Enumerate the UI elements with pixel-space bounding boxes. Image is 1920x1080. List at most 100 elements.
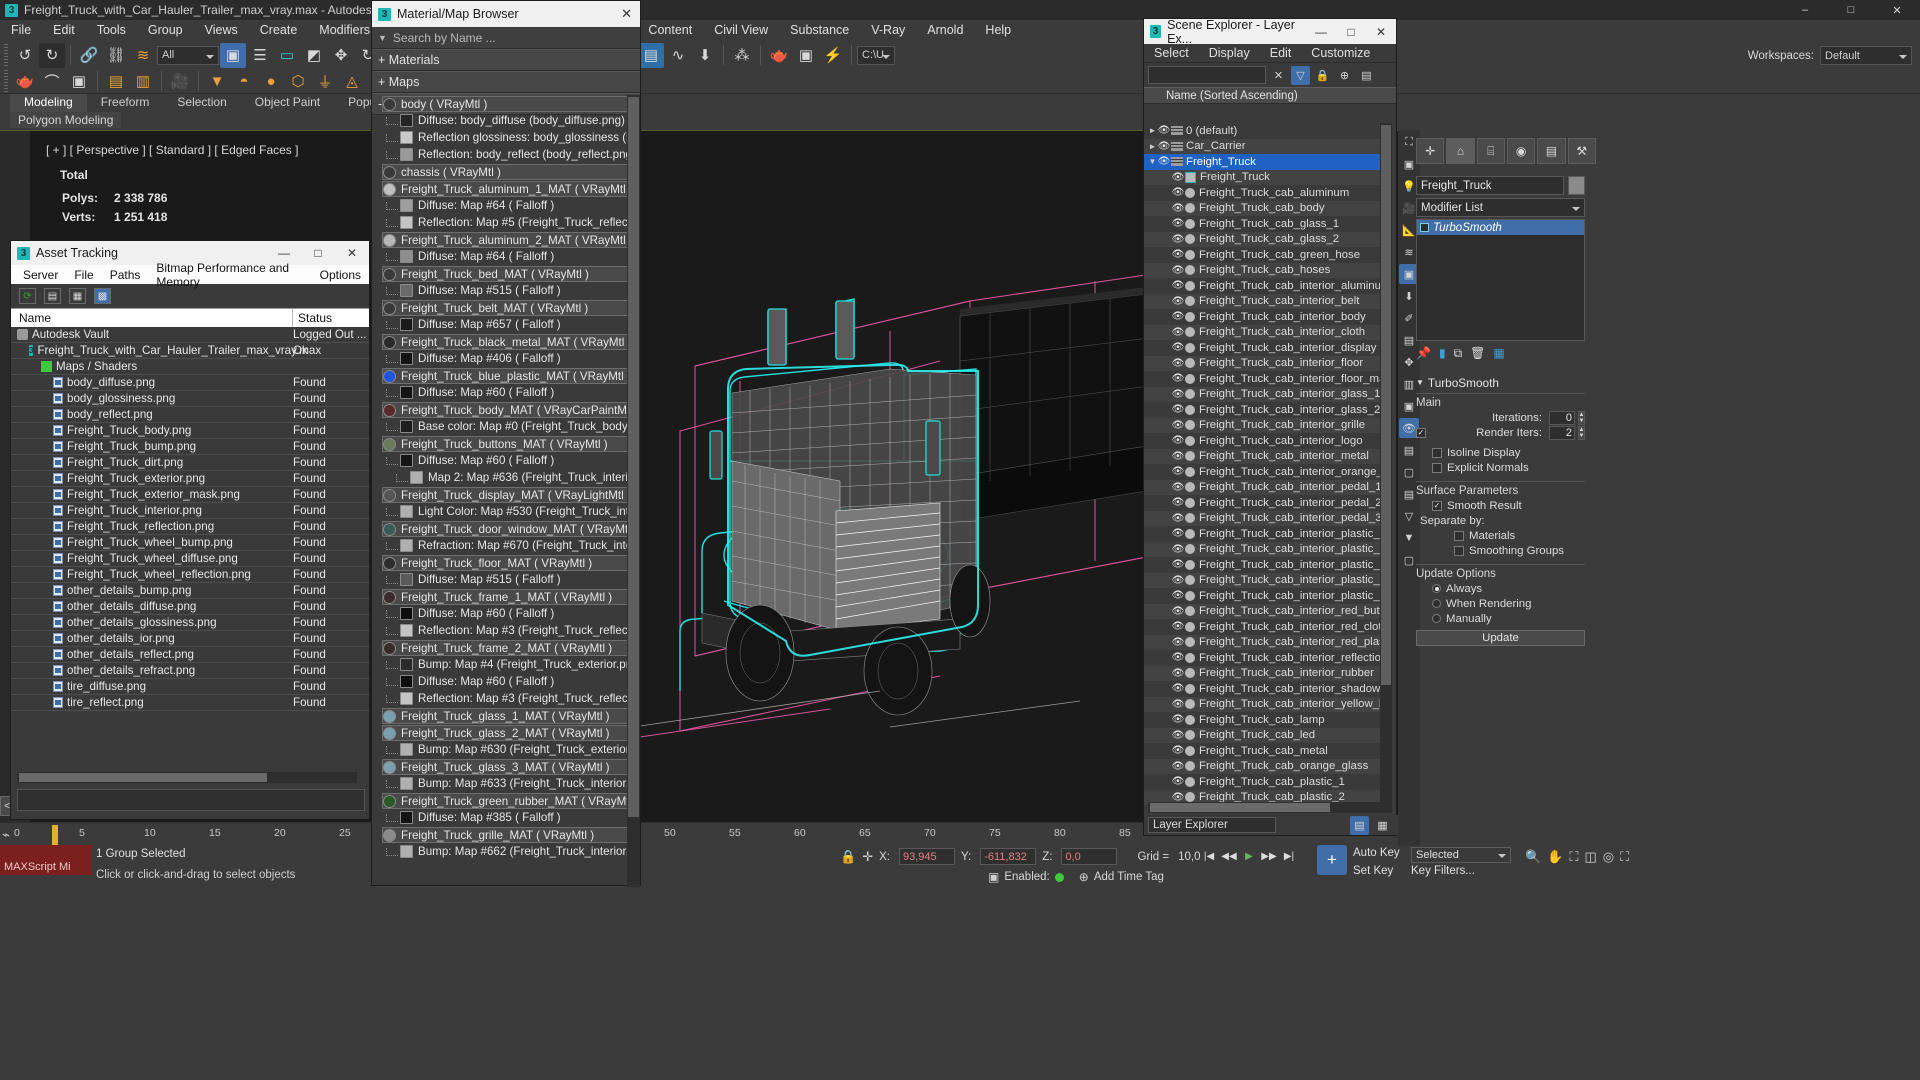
separate-smoothing-groups-row[interactable]: Smoothing Groups xyxy=(1416,543,1585,558)
asset-row[interactable]: other_details_diffuse.png Found xyxy=(11,599,369,615)
ribbon-tabs[interactable]: ModelingFreeformSelectionObject PaintPop… xyxy=(10,94,410,112)
material-map-entry[interactable]: Reflection: Map #3 (Freight_Truck_reflec… xyxy=(372,622,628,639)
map-thumbnail-swatch[interactable] xyxy=(400,607,413,620)
se-layer-options-icon[interactable]: ▤ xyxy=(1357,66,1376,85)
visibility-eye-icon[interactable]: 👁 xyxy=(1171,327,1185,338)
update-always-row[interactable]: Always xyxy=(1416,581,1585,596)
object-row[interactable]: 👁 Freight_Truck_cab_interior_logo xyxy=(1144,433,1384,449)
material-map-entry[interactable]: Bump: Map #630 (Freight_Truck_exterior.p… xyxy=(372,741,628,758)
visibility-eye-icon[interactable]: 👁 xyxy=(1171,203,1185,214)
menu-item-views[interactable]: Views xyxy=(194,20,249,41)
play-animation-icon[interactable]: ▶ xyxy=(1240,847,1258,865)
map-thumbnail-swatch[interactable] xyxy=(400,131,413,144)
object-icon[interactable] xyxy=(1185,265,1195,276)
modifier-stack-tools[interactable]: 📌 ▮ ⧉ 🗑 ▦ xyxy=(1416,343,1585,363)
object-icon[interactable] xyxy=(1185,714,1195,725)
material-map-entry[interactable]: Diffuse: body_diffuse (body_diffuse.png) xyxy=(372,112,628,129)
material-sphere-swatch[interactable] xyxy=(383,709,396,723)
material-map-entry[interactable]: Diffuse: Map #64 ( Falloff ) xyxy=(372,197,628,214)
redo-icon[interactable]: ↻ xyxy=(39,42,65,68)
at-refresh-icon[interactable]: ⟳ xyxy=(19,288,36,304)
material-map-entry[interactable]: Refraction: Map #670 (Freight_Truck_inte… xyxy=(372,537,628,554)
material-map-entry[interactable]: Diffuse: Map #64 ( Falloff ) xyxy=(372,248,628,265)
object-row[interactable]: 👁 Freight_Truck_cab_lamp xyxy=(1144,712,1384,728)
auto-key-label[interactable]: Auto Key xyxy=(1353,847,1400,859)
material-map-entry[interactable]: Bump: Map #4 (Freight_Truck_exterior.png… xyxy=(372,656,628,673)
visibility-eye-icon[interactable]: 👁 xyxy=(1171,668,1185,679)
object-icon[interactable] xyxy=(1185,497,1195,508)
command-panel[interactable]: ⛶ ▣ 💡 🎥 📐 ≋ ▣ ⬇ ✐ ▤ ✥ ▥ ▣ 👁 ▤ ▢ ▤ ▽ ▼ ▢ ✛ ⌂ ⌸ ◉ ▤ ⚒ Freight… xyxy=(1398,130,1920,846)
object-row[interactable]: 👁 Freight_Truck_cab_green_hose xyxy=(1144,247,1384,263)
separate-materials-checkbox[interactable] xyxy=(1454,530,1464,541)
visibility-eye-icon[interactable]: 👁 xyxy=(1171,590,1185,601)
asset-row[interactable]: tire_diffuse.png Found xyxy=(11,679,369,695)
map-thumbnail-swatch[interactable] xyxy=(400,777,413,790)
object-icon[interactable] xyxy=(1185,404,1195,415)
map-thumbnail-swatch[interactable] xyxy=(400,250,413,263)
menu-item-tools[interactable]: Tools xyxy=(86,20,137,41)
x-coordinate-field[interactable]: 93,945 xyxy=(898,848,955,865)
object-row[interactable]: 👁 Freight_Truck_cab_interior_shadow xyxy=(1144,681,1384,697)
se-column-header[interactable]: Name (Sorted Ascending) xyxy=(1144,87,1396,104)
mmb-material-list[interactable]: body ( VRayMtl ) Diffuse: body_diffuse (b… xyxy=(372,95,628,887)
mmb-section-materials[interactable]: + Materials xyxy=(372,49,640,71)
material-map-entry[interactable]: Light Color: Map #530 (Freight_Truck_int… xyxy=(372,503,628,520)
material-sphere-swatch[interactable] xyxy=(383,233,396,247)
render-frame-icon[interactable]: ▣ xyxy=(793,43,819,68)
visibility-eye-icon[interactable]: 👁 xyxy=(1171,559,1185,570)
asset-row[interactable]: Maps / Shaders xyxy=(11,359,369,375)
tab-hierarchy[interactable]: ⌸ xyxy=(1476,138,1505,164)
iterations-row[interactable]: Iterations: 0 ▲ ▼ xyxy=(1416,410,1585,425)
update-manually-row[interactable]: Manually xyxy=(1416,611,1585,626)
y-coordinate-field[interactable]: -611,832 xyxy=(980,848,1037,865)
object-row[interactable]: 👁 Freight_Truck_cab_interior_orange_plast xyxy=(1144,464,1384,480)
object-icon[interactable] xyxy=(1185,327,1195,338)
object-icon[interactable] xyxy=(1185,730,1195,741)
map-thumbnail-swatch[interactable] xyxy=(400,692,413,705)
material-sphere-swatch[interactable] xyxy=(383,335,396,349)
map-thumbnail-swatch[interactable] xyxy=(400,284,413,297)
object-icon[interactable] xyxy=(1185,761,1195,772)
object-row[interactable]: 👁 Freight_Truck_cab_interior_plastic_3 xyxy=(1144,557,1384,573)
visibility-eye-icon[interactable]: 👁 xyxy=(1171,776,1185,787)
material-map-entry[interactable]: Reflection glossiness: body_glossiness (… xyxy=(372,129,628,146)
object-color-swatch[interactable] xyxy=(1568,176,1585,195)
material-entry[interactable]: Freight_Truck_body_MAT ( VRayCarPaintMtl… xyxy=(382,402,628,418)
tab-display[interactable]: ▤ xyxy=(1537,138,1566,164)
se-menu-bar[interactable]: Select Display Edit Customize xyxy=(1144,44,1396,63)
at-menu-file[interactable]: File xyxy=(66,268,101,282)
mmb-close-icon[interactable]: ✕ xyxy=(621,6,632,22)
material-sphere-swatch[interactable] xyxy=(383,301,396,315)
mmb-section-maps[interactable]: + Maps xyxy=(372,71,640,93)
explicit-normals-row[interactable]: Explicit Normals xyxy=(1416,460,1585,475)
update-when-rendering-row[interactable]: When Rendering xyxy=(1416,596,1585,611)
object-icon[interactable] xyxy=(1185,420,1195,431)
object-row[interactable]: 👁 Freight_Truck_cab_glass_2 xyxy=(1144,231,1384,247)
tab-utilities[interactable]: ⚒ xyxy=(1567,138,1596,164)
visibility-eye-icon[interactable]: 👁 xyxy=(1157,156,1171,167)
visibility-eye-icon[interactable]: 👁 xyxy=(1171,435,1185,446)
menu-item-group[interactable]: Group xyxy=(137,20,194,41)
isoline-display-checkbox[interactable] xyxy=(1432,447,1442,458)
map-thumbnail-swatch[interactable] xyxy=(400,624,413,637)
menu-item-help[interactable]: Help xyxy=(974,20,1022,41)
asset-row[interactable]: other_details_ior.png Found xyxy=(11,631,369,647)
asset-row[interactable]: tire_reflect.png Found xyxy=(11,695,369,711)
visibility-eye-icon[interactable]: 👁 xyxy=(1171,172,1185,183)
material-entry[interactable]: Freight_Truck_frame_1_MAT ( VRayMtl ) xyxy=(382,589,628,605)
isoline-display-row[interactable]: Isoline Display xyxy=(1416,445,1585,460)
object-icon[interactable] xyxy=(1185,187,1195,198)
asset-row[interactable]: Autodesk Vault Logged Out ... xyxy=(11,327,369,343)
window-controls[interactable]: – □ ✕ xyxy=(1782,0,1920,20)
minimize-button[interactable]: – xyxy=(1782,0,1828,20)
material-entry[interactable]: Freight_Truck_green_rubber_MAT ( VRayMtl… xyxy=(382,793,628,809)
object-row[interactable]: 👁 Freight_Truck_cab_interior_floor xyxy=(1144,355,1384,371)
object-icon[interactable] xyxy=(1185,358,1195,369)
material-sphere-swatch[interactable] xyxy=(383,437,396,451)
make-unique-icon[interactable]: ⧉ xyxy=(1454,346,1463,361)
material-map-entry[interactable]: Diffuse: Map #60 ( Falloff ) xyxy=(372,673,628,690)
visibility-eye-icon[interactable]: 👁 xyxy=(1171,761,1185,772)
orbit-icon[interactable]: ◎ xyxy=(1603,849,1614,865)
visibility-eye-icon[interactable]: 👁 xyxy=(1171,606,1185,617)
asset-row[interactable]: other_details_bump.png Found xyxy=(11,583,369,599)
